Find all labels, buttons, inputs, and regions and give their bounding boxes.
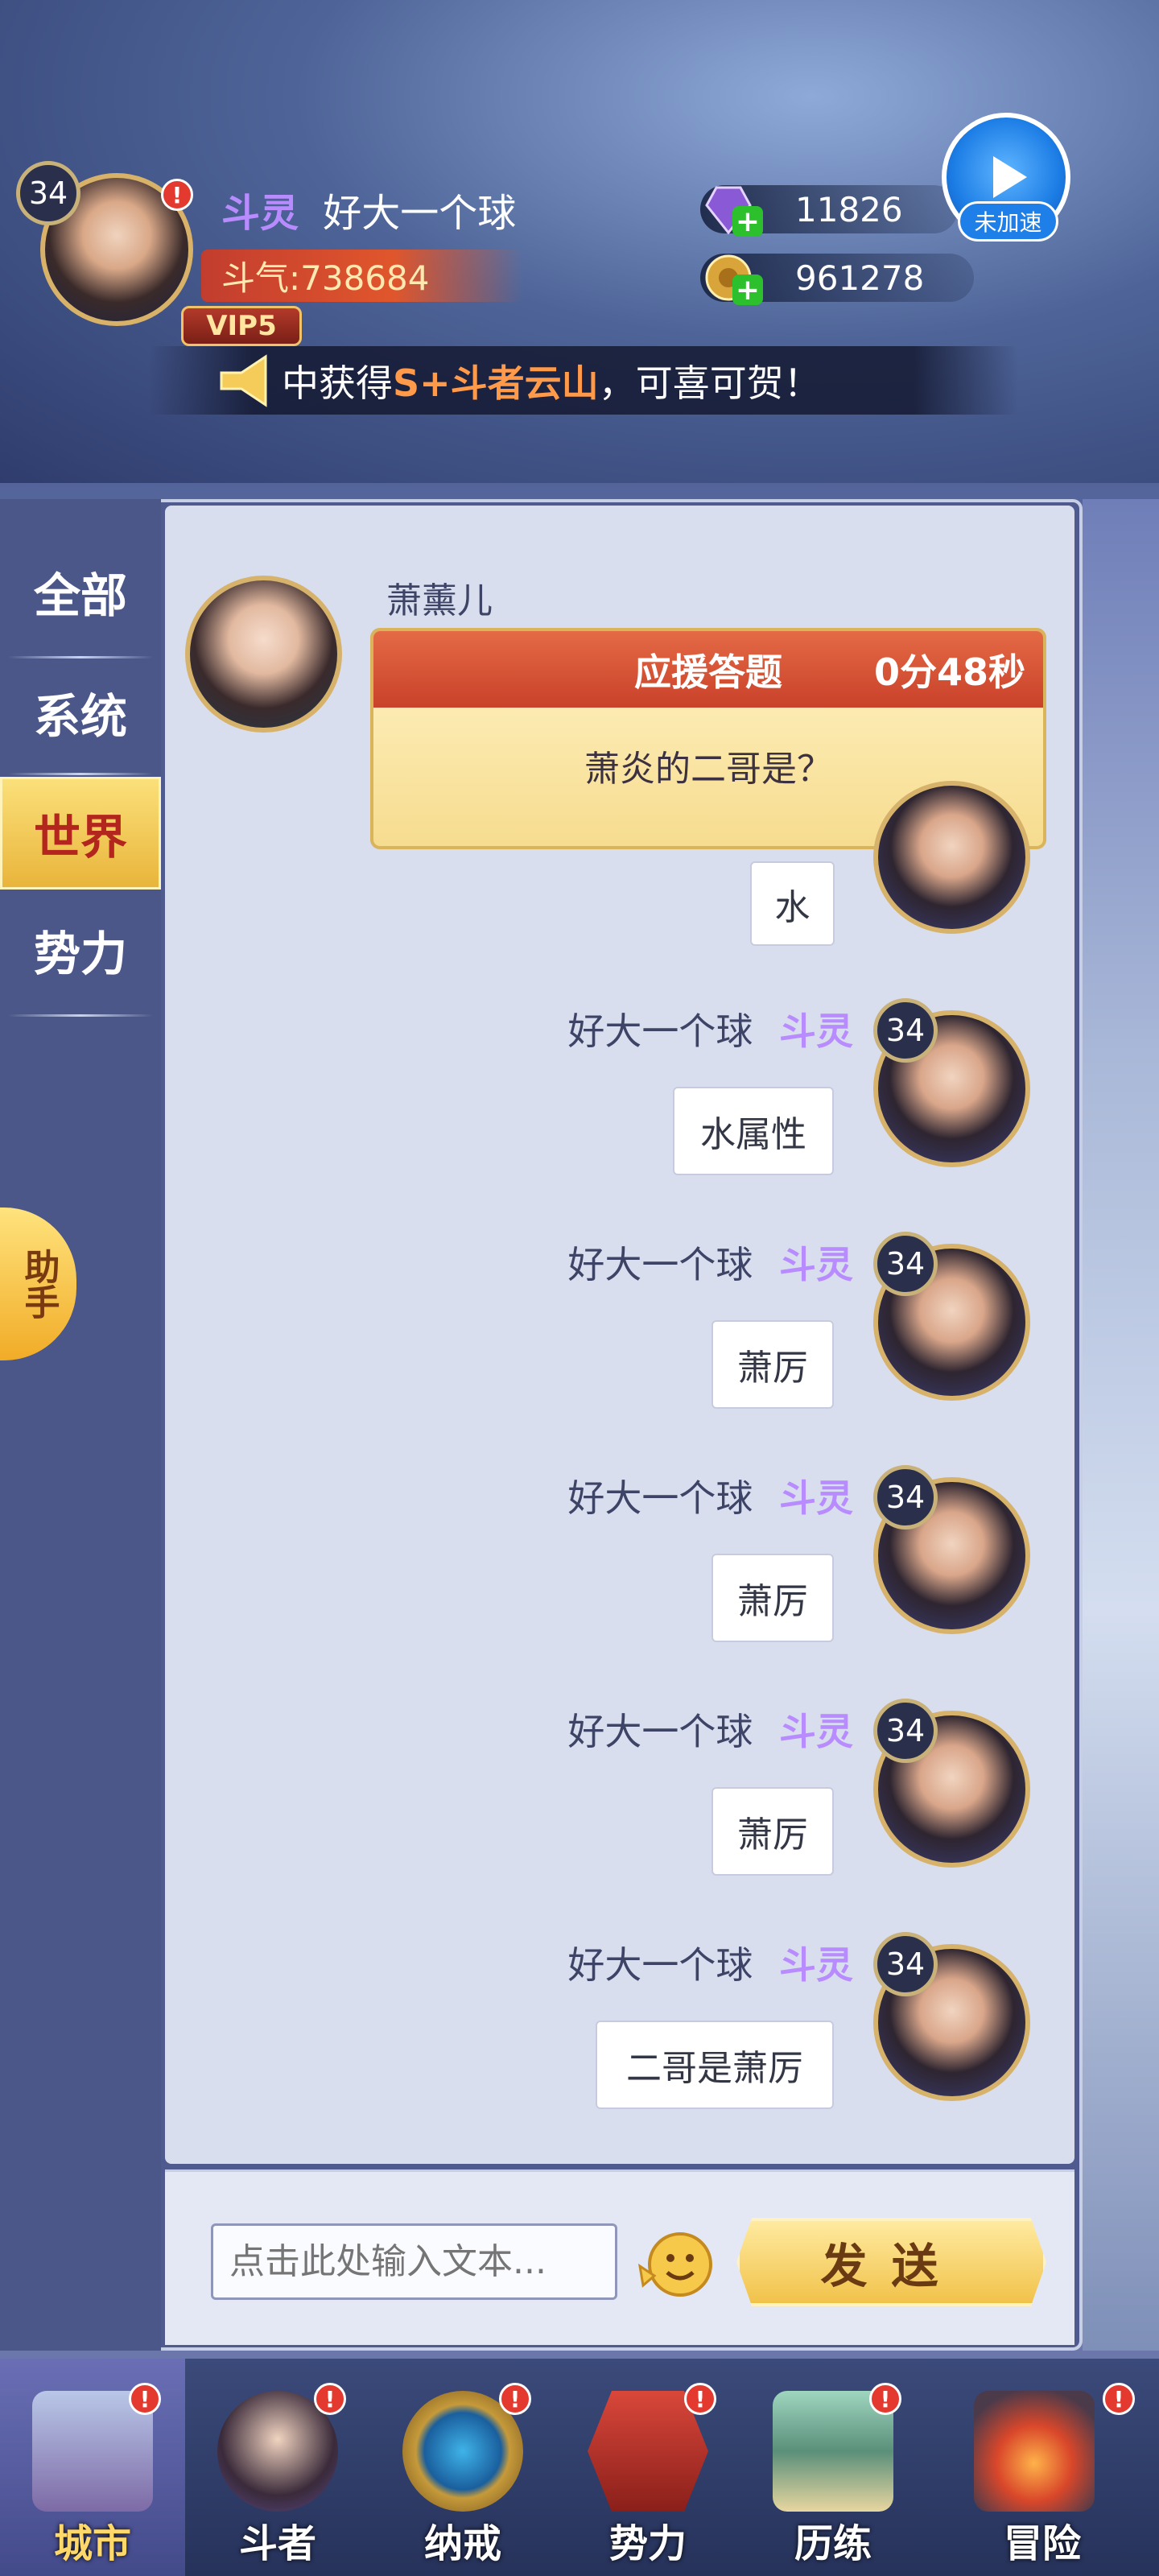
- nav-city[interactable]: ! 城市: [0, 2359, 185, 2576]
- tab-faction[interactable]: 势力: [0, 894, 161, 1006]
- sender-avatar[interactable]: [873, 781, 1030, 934]
- player-rank: 斗灵: [221, 191, 299, 236]
- tab-divider: [8, 773, 153, 775]
- megaphone-icon: [220, 353, 267, 407]
- message-bubble: 萧厉: [711, 1554, 834, 1642]
- nav-fighters[interactable]: ! 斗者: [185, 2359, 370, 2576]
- sender-rank: 斗灵: [779, 1243, 853, 1286]
- sender-rank: 斗灵: [779, 1009, 853, 1053]
- sender-name: 好大一个球: [567, 1710, 753, 1753]
- sender-name: 好大一个球: [567, 1009, 753, 1053]
- add-gem-icon[interactable]: +: [732, 205, 763, 238]
- sender-rank: 斗灵: [779, 1943, 853, 1987]
- sender-level: 34: [873, 1699, 938, 1763]
- sender-level: 34: [873, 1465, 938, 1530]
- send-button[interactable]: 发送: [736, 2218, 1046, 2306]
- announcement-banner: 中获得 S+斗者云山 ，可喜可贺！: [149, 346, 1018, 415]
- avatar-alert-icon: !: [161, 179, 193, 211]
- emoji-icon: [637, 2232, 712, 2297]
- vip-badge[interactable]: VIP5: [181, 306, 302, 346]
- notice-pre: 中获得: [282, 361, 393, 405]
- message-sender: 好大一个球 斗灵: [483, 1469, 853, 1522]
- sender-name: 好大一个球: [567, 1243, 753, 1286]
- quiz-header: 应援答题 0分48秒: [373, 631, 1043, 708]
- nav-label: 势力: [608, 2521, 687, 2566]
- speed-status[interactable]: 未加速: [958, 201, 1058, 242]
- notice-highlight: S+斗者云山: [393, 361, 599, 405]
- nav-adventure[interactable]: ! 冒险: [926, 2359, 1159, 2576]
- message-sender: 好大一个球 斗灵: [483, 1936, 853, 1989]
- notice-post: ，可喜可贺！: [598, 361, 821, 405]
- message-sender: 好大一个球 斗灵: [483, 1236, 853, 1289]
- coin-counter[interactable]: + 961278: [700, 254, 974, 307]
- nav-label: 历练: [794, 2521, 872, 2566]
- pinned-sender-name: 萧薰儿: [386, 580, 493, 621]
- nav-label: 纳戒: [423, 2521, 501, 2566]
- alert-icon: !: [314, 2383, 346, 2415]
- sender-level: 34: [873, 1232, 938, 1296]
- nav-ring[interactable]: ! 纳戒: [370, 2359, 555, 2576]
- tab-all[interactable]: 全部: [0, 535, 161, 648]
- quiz-timer: 0分48秒: [873, 650, 1025, 694]
- tab-system[interactable]: 系统: [0, 656, 161, 769]
- chat-text-input[interactable]: [211, 2223, 617, 2300]
- gem-counter[interactable]: + 11826: [700, 185, 958, 238]
- player-name-line: 斗灵 好大一个球: [221, 181, 516, 237]
- sender-name: 好大一个球: [567, 1476, 753, 1520]
- message-bubble: 水: [750, 861, 835, 946]
- sender-level: 34: [873, 1932, 938, 1996]
- nav-label: 冒险: [1003, 2521, 1081, 2566]
- message-bubble: 萧厉: [711, 1787, 834, 1876]
- player-name: 好大一个球: [323, 191, 517, 236]
- tab-divider: [8, 1014, 153, 1017]
- tab-world[interactable]: 世界: [0, 777, 161, 890]
- nav-training[interactable]: ! 历练: [740, 2359, 926, 2576]
- gem-amount: 11826: [795, 189, 903, 229]
- message-bubble: 二哥是萧厉: [596, 2021, 834, 2109]
- message-bubble: 萧厉: [711, 1320, 834, 1409]
- alert-icon: !: [684, 2383, 716, 2415]
- alert-icon: !: [1103, 2383, 1135, 2415]
- message-sender: 好大一个球 斗灵: [483, 1002, 853, 1055]
- pinned-sender-avatar[interactable]: [185, 576, 342, 733]
- nav-label: 斗者: [238, 2521, 316, 2566]
- alert-icon: !: [499, 2383, 531, 2415]
- sender-name: 好大一个球: [567, 1943, 753, 1987]
- nav-label: 城市: [53, 2521, 131, 2566]
- alert-icon: !: [869, 2383, 901, 2415]
- coin-amount: 961278: [795, 258, 925, 298]
- message-bubble: 水属性: [673, 1087, 834, 1175]
- emoji-button[interactable]: [632, 2226, 720, 2302]
- message-sender: 好大一个球 斗灵: [483, 1703, 853, 1756]
- background-scenery: [1083, 499, 1159, 2351]
- sender-rank: 斗灵: [779, 1476, 853, 1520]
- volcano-icon: [974, 2391, 1095, 2512]
- sender-rank: 斗灵: [779, 1710, 853, 1753]
- alert-icon: !: [129, 2383, 161, 2415]
- add-coin-icon[interactable]: +: [732, 274, 763, 307]
- nav-faction[interactable]: ! 势力: [555, 2359, 740, 2576]
- player-level-badge: 34: [16, 161, 80, 225]
- combat-power: 斗气:738684: [201, 250, 523, 302]
- sender-level: 34: [873, 998, 938, 1063]
